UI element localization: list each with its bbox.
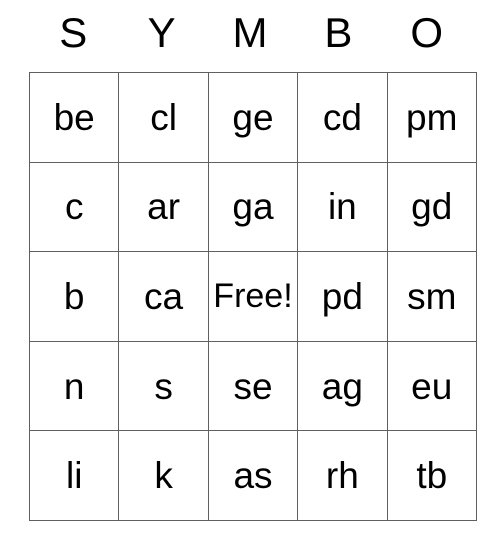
- bingo-cell[interactable]: ar: [118, 161, 209, 253]
- bingo-cell[interactable]: cl: [118, 72, 209, 163]
- bingo-cell[interactable]: se: [207, 340, 299, 432]
- bingo-cell[interactable]: as: [207, 430, 299, 521]
- bingo-cell[interactable]: ag: [297, 340, 388, 432]
- bingo-header-letter-5: O: [410, 9, 444, 56]
- bingo-row: c ar ga in gd: [28, 161, 477, 253]
- bingo-cell[interactable]: b: [28, 251, 120, 342]
- bingo-row: li k as rh tb: [28, 430, 477, 521]
- bingo-row: be cl ge cd pm: [28, 72, 477, 163]
- bingo-cell[interactable]: n: [28, 340, 120, 432]
- bingo-cell[interactable]: tb: [386, 430, 477, 521]
- bingo-cell[interactable]: sm: [386, 251, 477, 342]
- bingo-cell[interactable]: ga: [207, 161, 299, 253]
- bingo-cell[interactable]: gd: [386, 161, 477, 253]
- bingo-cell[interactable]: li: [28, 430, 120, 521]
- bingo-cell[interactable]: pd: [297, 251, 388, 342]
- bingo-cell[interactable]: rh: [297, 430, 388, 521]
- bingo-header-row: S Y M B O: [29, 0, 471, 72]
- bingo-cell[interactable]: cd: [297, 72, 388, 163]
- bingo-grid: be cl ge cd pm c ar ga in gd b ca Free! …: [28, 72, 477, 521]
- bingo-cell[interactable]: be: [28, 72, 120, 163]
- bingo-row: n s se ag eu: [28, 340, 477, 432]
- bingo-cell[interactable]: in: [297, 161, 388, 253]
- bingo-cell[interactable]: ge: [207, 72, 299, 163]
- bingo-header-letter-2: Y: [147, 9, 176, 56]
- bingo-card: S Y M B O be cl ge cd pm c ar ga in gd b: [28, 0, 477, 521]
- bingo-cell[interactable]: pm: [386, 72, 477, 163]
- bingo-cell[interactable]: s: [118, 340, 209, 432]
- bingo-free-space-cell[interactable]: Free!: [207, 251, 299, 342]
- bingo-header-letter-1: S: [59, 9, 88, 56]
- bingo-cell[interactable]: eu: [386, 340, 477, 432]
- bingo-header-letter-4: B: [324, 9, 353, 56]
- bingo-cell[interactable]: ca: [118, 251, 209, 342]
- bingo-cell[interactable]: k: [118, 430, 209, 521]
- bingo-row: b ca Free! pd sm: [28, 251, 477, 342]
- bingo-header-letter-3: M: [232, 9, 268, 56]
- bingo-cell[interactable]: c: [28, 161, 120, 253]
